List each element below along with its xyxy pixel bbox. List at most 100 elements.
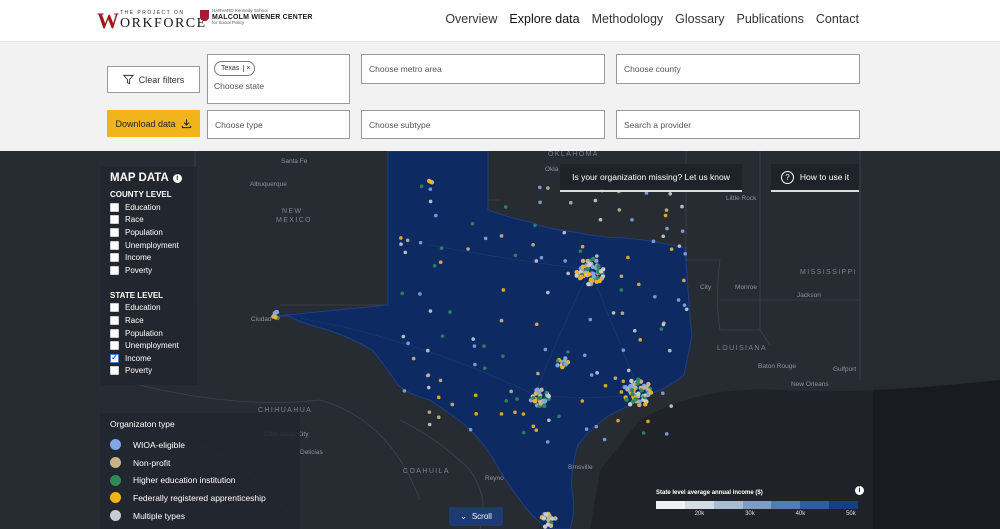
state-level-item[interactable]: Population: [110, 327, 188, 340]
provider-dot[interactable]: [566, 271, 570, 276]
provider-dot[interactable]: [448, 310, 452, 314]
provider-dot[interactable]: [482, 344, 486, 348]
provider-dot[interactable]: [626, 255, 630, 260]
provider-dot[interactable]: [642, 385, 647, 390]
scroll-button[interactable]: ⌄ Scroll: [449, 507, 503, 526]
provider-dot[interactable]: [545, 440, 550, 444]
nav-explore-data[interactable]: Explore data: [509, 12, 579, 26]
provider-dot[interactable]: [466, 247, 470, 251]
provider-dot[interactable]: [632, 328, 637, 333]
provider-dot[interactable]: [621, 379, 626, 384]
state-level-checkbox[interactable]: [110, 353, 119, 363]
provider-dot[interactable]: [603, 383, 608, 388]
provider-dot[interactable]: [411, 356, 416, 361]
provider-dot[interactable]: [499, 318, 504, 323]
county-level-checkbox[interactable]: [110, 240, 119, 250]
provider-dot[interactable]: [684, 307, 689, 312]
provider-dot[interactable]: [513, 253, 518, 258]
provider-dot[interactable]: [501, 288, 506, 292]
how-to-use-button[interactable]: ? How to use it: [771, 164, 859, 192]
provider-dot[interactable]: [683, 252, 688, 256]
provider-dot[interactable]: [531, 242, 535, 247]
provider-dot[interactable]: [557, 414, 561, 419]
provider-dot[interactable]: [533, 223, 537, 228]
state-level-checkbox[interactable]: [110, 315, 119, 325]
provider-dot[interactable]: [532, 398, 537, 404]
provider-dot[interactable]: [580, 399, 585, 403]
provider-dot[interactable]: [582, 353, 587, 358]
type-select[interactable]: Choose type: [207, 110, 350, 139]
provider-dot[interactable]: [616, 418, 620, 423]
provider-dot[interactable]: [668, 191, 672, 196]
provider-dot[interactable]: [580, 244, 585, 249]
provider-dot[interactable]: [646, 381, 651, 387]
provider-dot[interactable]: [562, 230, 567, 235]
state-level-item[interactable]: Race: [110, 314, 188, 327]
provider-dot[interactable]: [501, 354, 505, 358]
provider-dot[interactable]: [432, 263, 437, 268]
county-level-item[interactable]: Income: [110, 251, 188, 264]
provider-dot[interactable]: [273, 314, 278, 320]
state-level-checkbox[interactable]: [110, 366, 119, 376]
legend-info-icon[interactable]: i: [855, 486, 864, 495]
provider-dot[interactable]: [405, 238, 410, 243]
provider-dot[interactable]: [403, 250, 408, 255]
provider-dot[interactable]: [504, 399, 509, 403]
county-level-checkbox[interactable]: [110, 253, 119, 263]
provider-dot[interactable]: [586, 272, 592, 277]
provider-dot[interactable]: [643, 393, 647, 397]
provider-dot[interactable]: [619, 274, 624, 279]
harvard-wiener-logo[interactable]: HARVARD Kennedy School MALCOLM WIENER CE…: [200, 8, 313, 26]
provider-dot[interactable]: [630, 218, 634, 222]
provider-dot[interactable]: [580, 264, 586, 269]
state-chip[interactable]: Texas ×: [214, 61, 256, 76]
provider-dot[interactable]: [531, 424, 536, 429]
provider-dot[interactable]: [619, 390, 624, 394]
provider-dot[interactable]: [427, 422, 432, 427]
provider-dot[interactable]: [538, 200, 542, 205]
county-level-item[interactable]: Unemployment: [110, 239, 188, 252]
provider-dot[interactable]: [471, 337, 475, 341]
provider-dot[interactable]: [617, 208, 622, 212]
provider-dot[interactable]: [641, 431, 646, 435]
provider-dot[interactable]: [636, 377, 641, 382]
provider-dot[interactable]: [499, 412, 504, 416]
map-data-info-icon[interactable]: i: [172, 173, 182, 183]
state-level-checkbox[interactable]: [110, 303, 119, 313]
county-level-checkbox[interactable]: [110, 227, 119, 237]
county-level-checkbox[interactable]: [110, 265, 119, 275]
provider-dot[interactable]: [544, 390, 549, 395]
state-level-item[interactable]: Poverty: [110, 365, 188, 378]
provider-dot[interactable]: [646, 419, 650, 424]
provider-dot[interactable]: [588, 317, 593, 322]
provider-dot[interactable]: [400, 291, 405, 296]
provider-dot[interactable]: [595, 254, 599, 258]
provider-dot[interactable]: [680, 229, 685, 234]
provider-dot[interactable]: [613, 376, 618, 380]
provider-dot[interactable]: [439, 246, 444, 250]
provider-dot[interactable]: [543, 347, 548, 352]
provider-dot[interactable]: [611, 311, 616, 315]
provider-dot[interactable]: [427, 410, 432, 414]
county-select[interactable]: Choose county: [616, 54, 860, 84]
provider-dot[interactable]: [428, 199, 433, 204]
provider-dot[interactable]: [472, 344, 477, 348]
provider-dot[interactable]: [436, 415, 441, 420]
provider-dot[interactable]: [590, 256, 596, 262]
provider-dot[interactable]: [535, 387, 540, 392]
provider-dot[interactable]: [594, 424, 599, 429]
provider-dot[interactable]: [468, 427, 473, 432]
provider-dot[interactable]: [682, 303, 687, 307]
provider-dot[interactable]: [434, 213, 438, 218]
county-level-item[interactable]: Poverty: [110, 264, 188, 277]
provider-dot[interactable]: [536, 371, 540, 376]
provider-dot[interactable]: [643, 402, 648, 407]
provider-dot[interactable]: [632, 382, 636, 387]
provider-dot[interactable]: [474, 412, 478, 416]
provider-dot[interactable]: [626, 368, 631, 373]
provider-dot[interactable]: [436, 395, 441, 400]
provider-dot[interactable]: [546, 290, 550, 295]
provider-dot[interactable]: [542, 524, 548, 529]
provider-dot[interactable]: [574, 273, 579, 278]
nav-overview[interactable]: Overview: [445, 12, 497, 26]
